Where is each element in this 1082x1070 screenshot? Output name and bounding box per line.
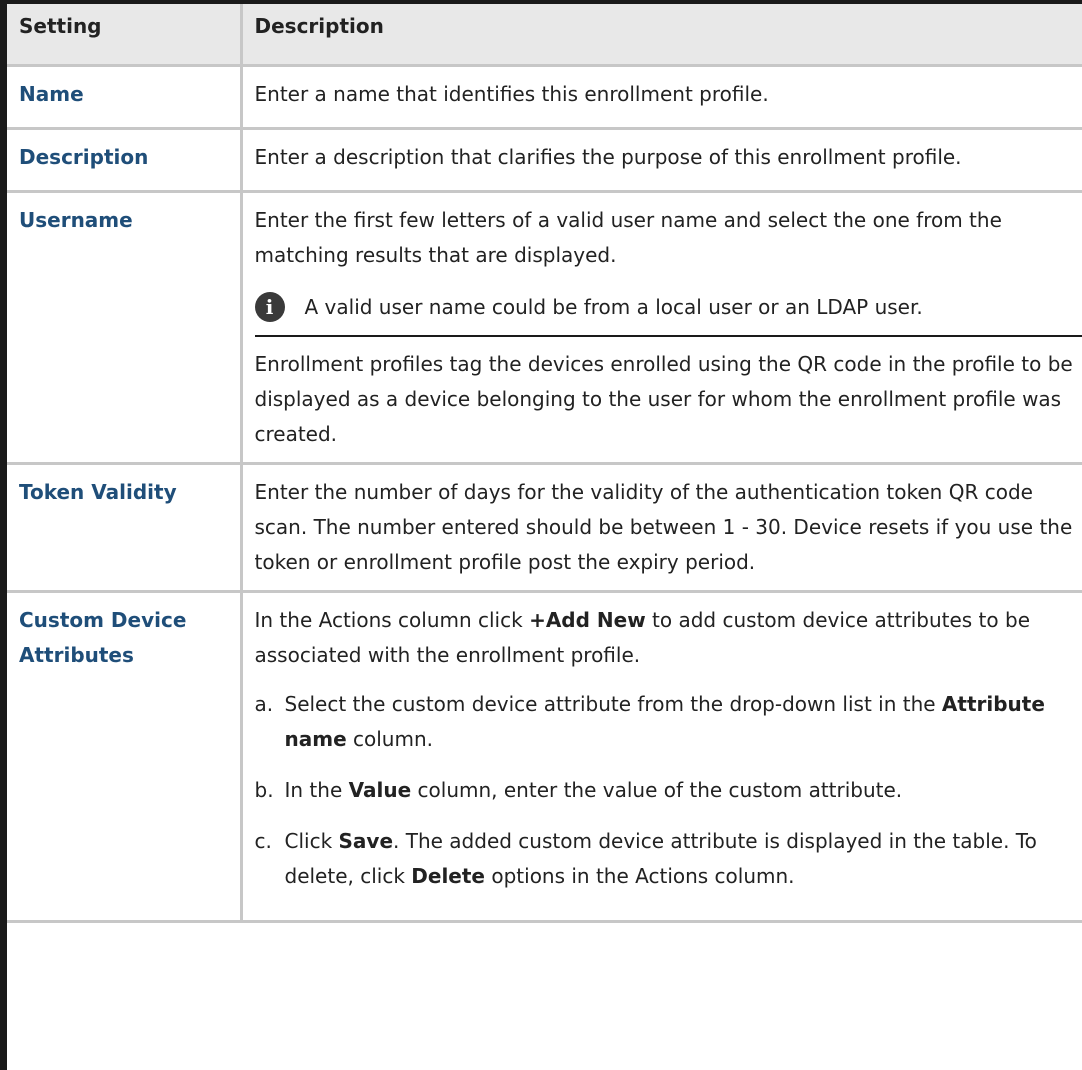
note-box: i A valid user name could be from a loca… bbox=[254, 279, 1082, 337]
step-b-bold: Value bbox=[348, 778, 412, 802]
table-header-row: Setting Description bbox=[7, 4, 1082, 67]
note-text: A valid user name could be from a local … bbox=[304, 294, 923, 319]
step-a-pre: Select the custom device attribute from … bbox=[284, 692, 942, 716]
header-description: Description bbox=[241, 4, 1082, 67]
setting-custom-device-attributes: Custom Device Attributes bbox=[7, 590, 243, 923]
step-marker: b. bbox=[254, 778, 274, 802]
step-b-post: column, enter the value of the custom at… bbox=[411, 778, 903, 802]
setting-username: Username bbox=[7, 190, 243, 465]
setting-name: Name bbox=[7, 64, 243, 130]
table-row: Username Enter the first few letters of … bbox=[7, 190, 1082, 465]
description-token-validity: Enter the number of days for the validit… bbox=[239, 462, 1082, 593]
description-username: Enter the first few letters of a valid u… bbox=[239, 190, 1082, 465]
step-text: In the Value column, enter the value of … bbox=[277, 773, 1082, 808]
description-custom-device-attributes: In the Actions column click +Add New to … bbox=[239, 590, 1082, 923]
step-text: Click Save. The added custom device attr… bbox=[277, 824, 1082, 894]
info-icon: i bbox=[254, 292, 285, 322]
left-rule bbox=[0, 0, 7, 1070]
description-description: Enter a description that clarifies the p… bbox=[239, 127, 1082, 193]
table-row: Name Enter a name that identifies this e… bbox=[7, 64, 1082, 130]
step-text: Select the custom device attribute from … bbox=[277, 687, 1082, 757]
table-row: Token Validity Enter the number of days … bbox=[7, 462, 1082, 593]
list-item: a. Select the custom device attribute fr… bbox=[255, 687, 1082, 757]
description-name: Enter a name that identifies this enroll… bbox=[239, 64, 1082, 130]
step-a-post: column. bbox=[346, 727, 433, 751]
step-b-pre: In the bbox=[284, 778, 349, 802]
step-c-bold: Save bbox=[338, 829, 394, 853]
settings-table: Setting Description Name Enter a name th… bbox=[7, 4, 1082, 923]
username-text: Enter the first few letters of a valid u… bbox=[254, 208, 1002, 267]
add-new-label: +Add New bbox=[529, 608, 646, 632]
username-extra-text: Enrollment profiles tag the devices enro… bbox=[254, 352, 1073, 446]
document-page: Setting Description Name Enter a name th… bbox=[0, 0, 1082, 1070]
step-marker: c. bbox=[254, 829, 272, 853]
custom-intro-pre: In the Actions column click bbox=[254, 608, 530, 632]
step-c-bold2: Delete bbox=[411, 864, 485, 888]
table-row: Description Enter a description that cla… bbox=[7, 127, 1082, 193]
setting-description: Description bbox=[7, 127, 243, 193]
step-c-pre: Click bbox=[284, 829, 339, 853]
header-setting: Setting bbox=[7, 4, 243, 67]
table-row: Custom Device Attributes In the Actions … bbox=[7, 590, 1082, 923]
step-marker: a. bbox=[254, 692, 274, 716]
list-item: c. Click Save. The added custom device a… bbox=[255, 824, 1082, 894]
list-item: b. In the Value column, enter the value … bbox=[255, 773, 1082, 808]
step-c-post: options in the Actions column. bbox=[485, 864, 795, 888]
custom-intro: In the Actions column click +Add New to … bbox=[255, 603, 1082, 673]
steps-list: a. Select the custom device attribute fr… bbox=[255, 687, 1082, 894]
setting-token-validity: Token Validity bbox=[7, 462, 243, 593]
